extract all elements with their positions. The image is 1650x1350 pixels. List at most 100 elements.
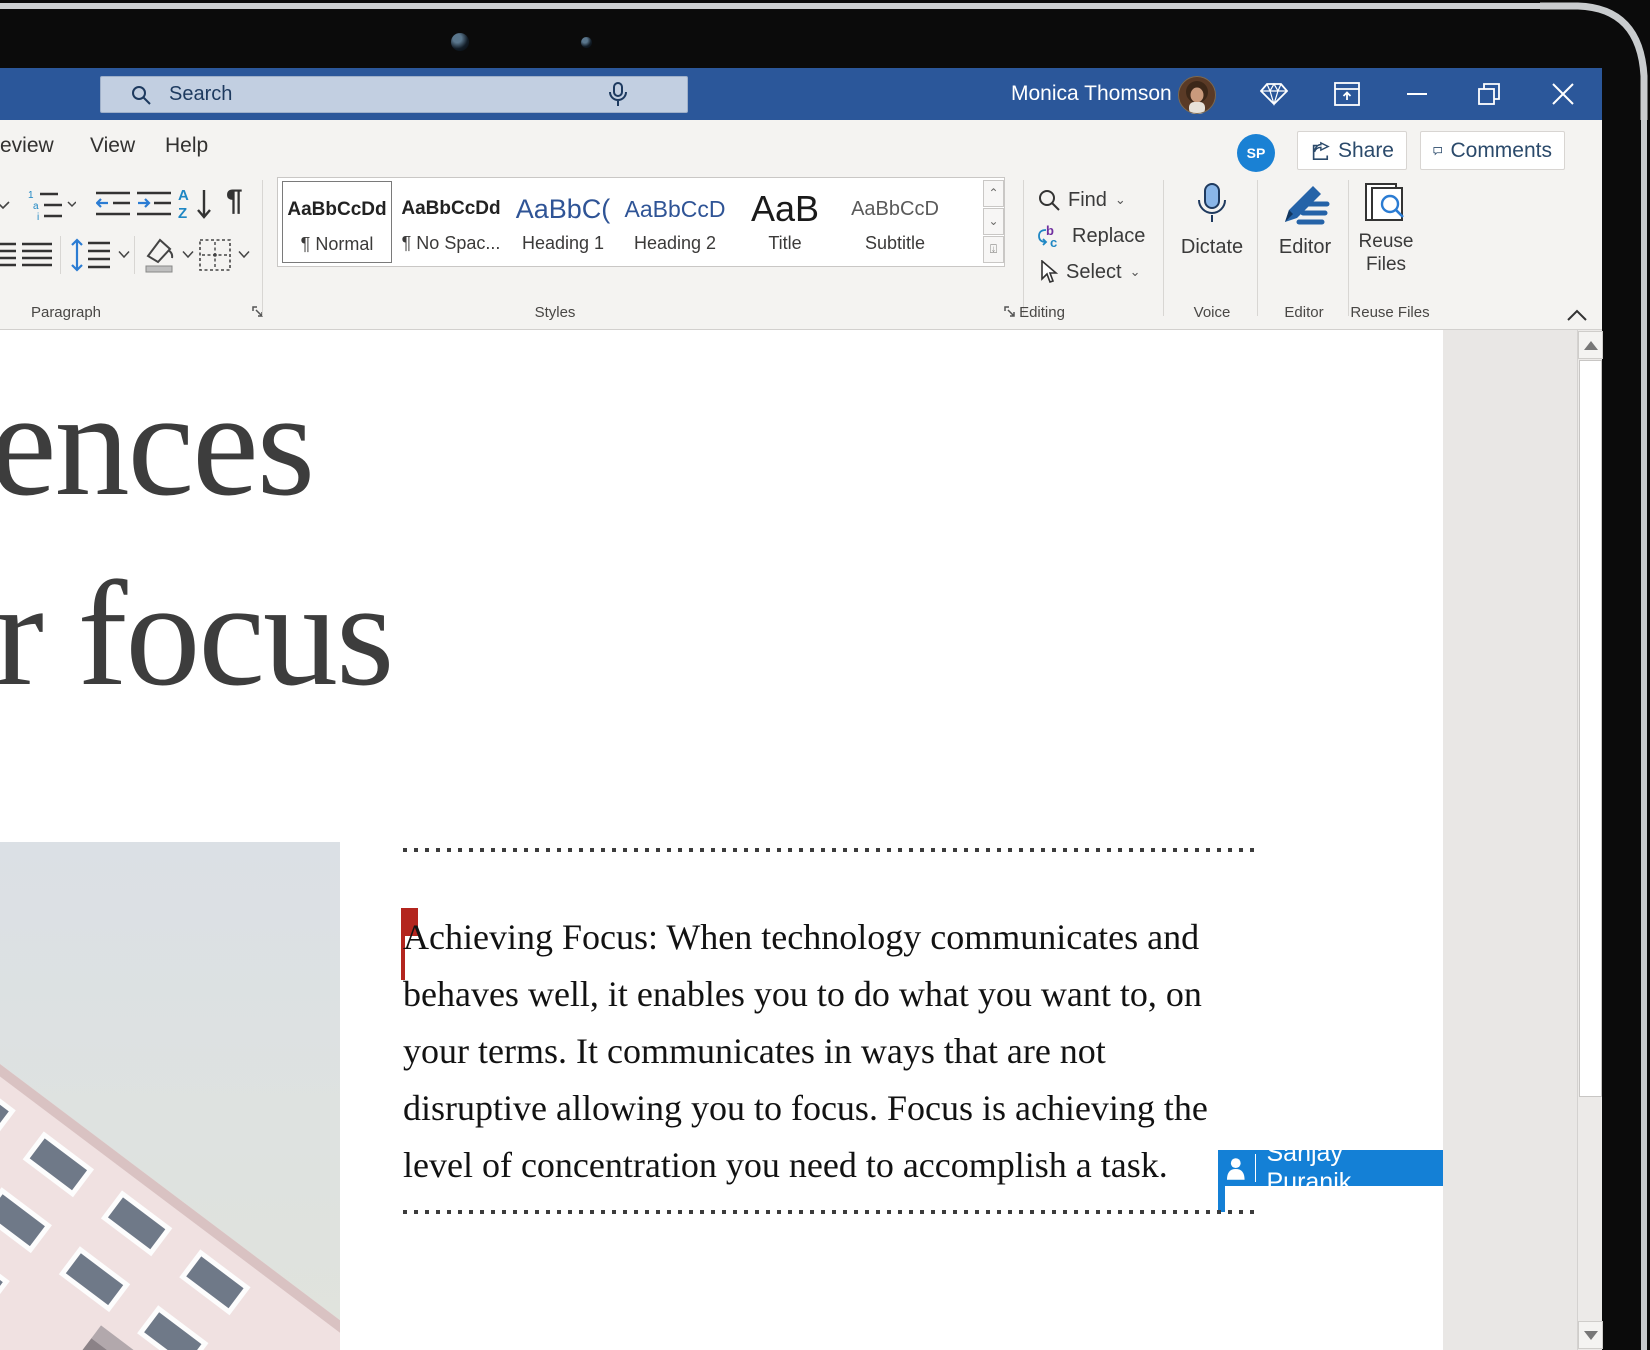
decrease-indent-icon[interactable]: [96, 190, 130, 218]
group-divider: [262, 180, 263, 316]
avatar[interactable]: [1178, 76, 1216, 114]
ribbon: 1 a i A Z ¶: [0, 172, 1602, 330]
body-text-line: behaves well, it enables you to do what …: [403, 973, 1202, 1015]
scroll-up-arrow-icon: [1584, 341, 1598, 350]
presence-badge[interactable]: SP: [1237, 134, 1275, 172]
editing-group-label: Editing: [962, 304, 1122, 321]
style-sample: AaBbCcDd: [396, 189, 506, 229]
style-sample: AaBbC(: [508, 189, 618, 229]
user-name: Monica Thomson: [1011, 68, 1172, 120]
dictate-button[interactable]: Dictate: [1168, 182, 1256, 259]
title-bar: Monica Thomson: [0, 68, 1602, 120]
document-heading-line2: r focus: [0, 548, 392, 720]
align-icon-partial[interactable]: [0, 240, 16, 270]
styles-scroll-down-button[interactable]: ⌄: [983, 208, 1004, 235]
style-label: Heading 2: [620, 233, 730, 254]
document-area: ences r focus Achieving Focus: When tech…: [0, 330, 1602, 1350]
scrollbar-thumb[interactable]: [1579, 360, 1602, 1097]
multilevel-list-icon[interactable]: 1 a i: [28, 188, 76, 222]
collaborator-flag-divider: [1255, 1154, 1257, 1182]
style-sample: AaBbCcD: [840, 189, 950, 229]
replace-button[interactable]: b c Replace: [1038, 221, 1145, 251]
scroll-up-button[interactable]: [1578, 331, 1603, 359]
document-page: ences r focus Achieving Focus: When tech…: [0, 330, 1443, 1350]
body-text-line: your terms. It communicates in ways that…: [403, 1030, 1106, 1072]
line-spacing-icon[interactable]: [70, 238, 116, 272]
select-cursor-icon: [1038, 260, 1058, 284]
justify-icon[interactable]: [22, 240, 52, 270]
replace-label: Replace: [1072, 225, 1145, 248]
device-edge-right: [1641, 78, 1647, 1350]
styles-more-button[interactable]: ⍗: [983, 236, 1004, 263]
select-button[interactable]: Select ⌄: [1038, 257, 1141, 287]
collapse-ribbon-icon[interactable]: [1566, 308, 1588, 322]
ribbon-display-options-icon[interactable]: [1324, 68, 1370, 120]
share-icon: [1310, 140, 1330, 162]
vertical-scrollbar[interactable]: [1577, 330, 1602, 1350]
section-dotted-divider: [403, 848, 1254, 852]
find-icon: [1038, 189, 1060, 211]
device-edge-top: [0, 3, 1556, 9]
tab-review[interactable]: eview: [0, 120, 54, 172]
chevron-down-icon[interactable]: [238, 250, 250, 259]
increase-indent-icon[interactable]: [137, 190, 171, 218]
tab-help[interactable]: Help: [165, 120, 208, 172]
styles-scroll-up-button[interactable]: ⌃: [983, 180, 1004, 207]
style-no-spacing[interactable]: AaBbCcDd ¶ No Spac...: [396, 181, 506, 263]
comments-label: Comments: [1450, 139, 1552, 163]
chevron-down-icon[interactable]: [0, 200, 10, 210]
style-heading-2[interactable]: AaBbCcD Heading 2: [620, 181, 730, 263]
restore-button[interactable]: [1466, 68, 1512, 120]
pilcrow-icon[interactable]: ¶: [226, 184, 243, 218]
sort-icon[interactable]: A Z: [178, 186, 216, 222]
borders-icon[interactable]: [198, 238, 232, 272]
search-input[interactable]: [169, 83, 609, 106]
style-title[interactable]: AaB Title: [730, 181, 840, 263]
svg-text:A: A: [178, 187, 189, 204]
collaborator-flag: Sanjay Puranik: [1218, 1150, 1443, 1186]
style-heading-1[interactable]: AaBbC( Heading 1: [508, 181, 618, 263]
style-subtitle[interactable]: AaBbCcD Subtitle: [840, 181, 950, 263]
comments-button[interactable]: Comments: [1420, 131, 1565, 170]
style-normal[interactable]: AaBbCcDd ¶ Normal: [282, 181, 392, 263]
scroll-down-button[interactable]: [1578, 1321, 1603, 1349]
search-mic-icon[interactable]: [609, 82, 627, 108]
replace-icon: b c: [1038, 224, 1064, 248]
style-label: ¶ Normal: [283, 234, 391, 255]
find-button[interactable]: Find ⌄: [1038, 185, 1126, 215]
shading-icon[interactable]: [142, 236, 176, 274]
chevron-down-icon: ⌄: [1130, 264, 1141, 280]
minimize-button[interactable]: [1394, 68, 1440, 120]
search-box[interactable]: [100, 76, 688, 113]
section-dotted-divider: [403, 1210, 1254, 1214]
ribbon-tab-row: eview View Help SP Share Comments: [0, 120, 1602, 172]
chevron-down-icon: ⌄: [1115, 192, 1126, 208]
close-button[interactable]: [1540, 68, 1586, 120]
divider: [134, 236, 135, 274]
chevron-down-icon[interactable]: [182, 250, 194, 259]
editor-button[interactable]: Editor: [1262, 182, 1348, 259]
reuse-files-button[interactable]: Reuse Files: [1346, 182, 1426, 276]
style-sample: AaBbCcDd: [283, 190, 391, 230]
premium-diamond-icon[interactable]: [1251, 68, 1297, 120]
reuse-files-icon: [1364, 182, 1408, 224]
find-label: Find: [1068, 189, 1107, 212]
share-button[interactable]: Share: [1297, 131, 1407, 170]
chevron-down-icon[interactable]: [118, 250, 130, 259]
tab-view[interactable]: View: [90, 120, 135, 172]
style-label: Title: [730, 233, 840, 254]
collaborator-name: Sanjay Puranik: [1266, 1139, 1443, 1197]
paragraph-dialog-launcher-icon[interactable]: [252, 306, 266, 320]
svg-text:i: i: [37, 212, 39, 222]
svg-text:Z: Z: [178, 205, 187, 222]
svg-text:c: c: [1050, 235, 1057, 248]
device-screen: Monica Thomson: [0, 0, 1650, 1350]
paragraph-group-label: Paragraph: [0, 304, 146, 321]
body-text-line: level of concentration you need to accom…: [403, 1144, 1168, 1186]
select-label: Select: [1066, 261, 1122, 284]
group-divider: [1257, 180, 1258, 316]
person-icon: [1225, 1156, 1247, 1180]
style-sample: AaB: [730, 189, 840, 229]
document-photo-building[interactable]: [0, 842, 340, 1350]
webcam-icon: [451, 33, 469, 51]
